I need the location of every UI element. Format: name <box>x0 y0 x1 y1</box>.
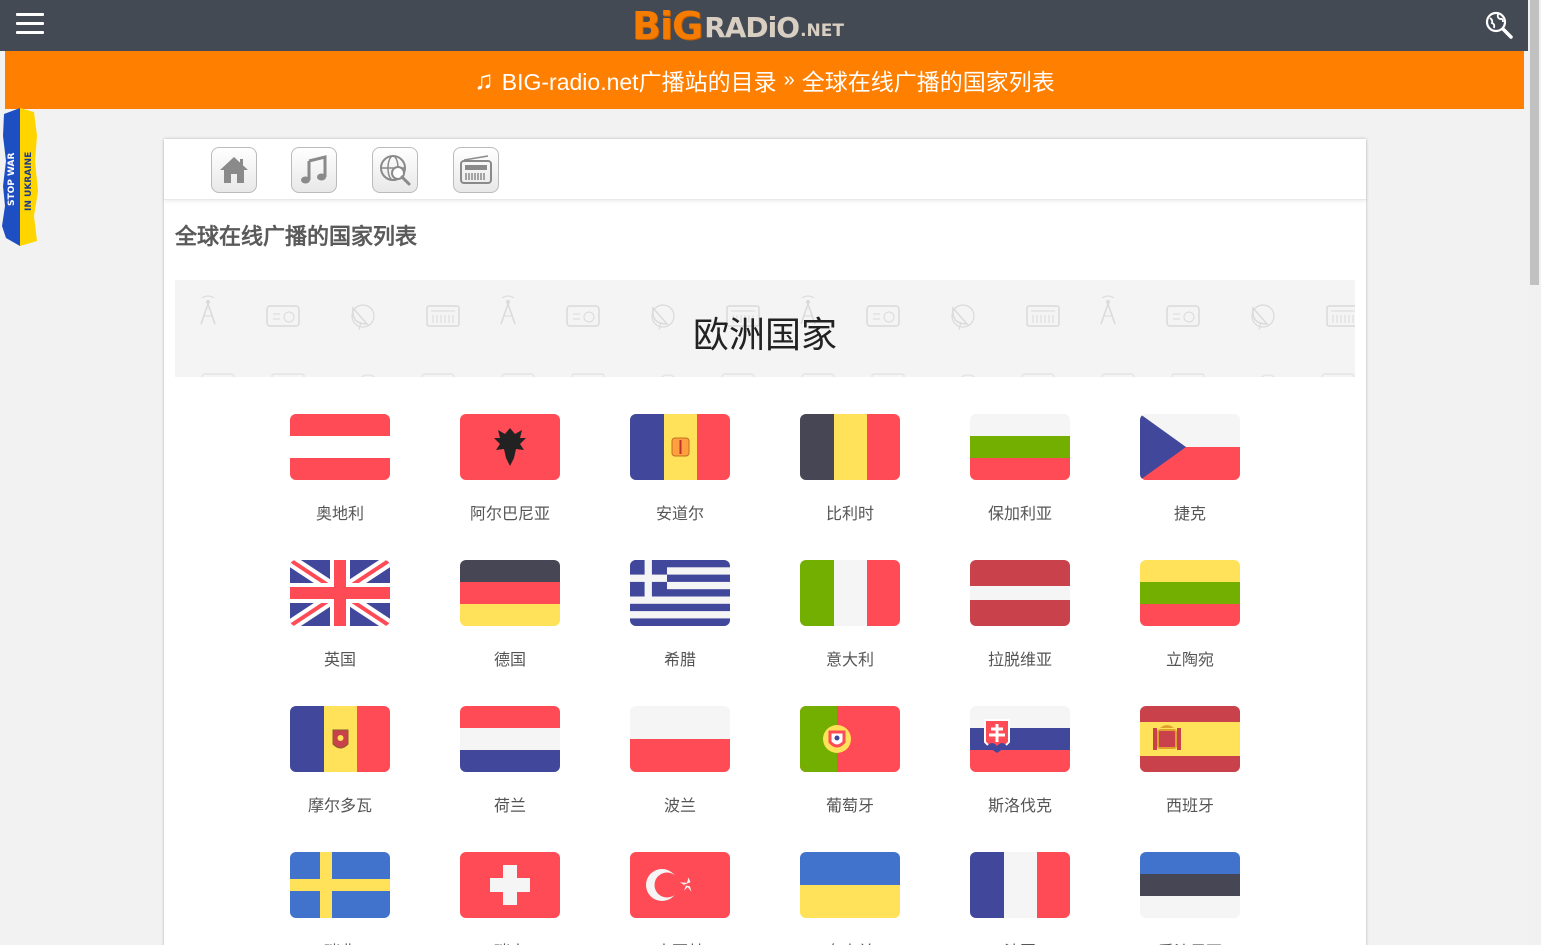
country-item-ua[interactable]: 乌克兰 <box>795 852 905 945</box>
country-name[interactable]: 斯洛伐克 <box>965 792 1075 816</box>
country-item-al[interactable]: 阿尔巴尼亚 <box>455 414 565 524</box>
flag-ee-icon[interactable] <box>1140 852 1240 918</box>
country-name[interactable]: 奥地利 <box>285 500 395 524</box>
country-name[interactable]: 波兰 <box>625 792 735 816</box>
page-scrollbar[interactable] <box>1528 0 1541 945</box>
country-item-lv[interactable]: 拉脱维亚 <box>965 560 1075 670</box>
flag-nl-icon[interactable] <box>460 706 560 772</box>
country-item-gb[interactable]: 英国 <box>285 560 395 670</box>
country-item-ch[interactable]: 瑞士 <box>455 852 565 945</box>
flag-sk-icon[interactable] <box>970 706 1070 772</box>
radio-icon[interactable] <box>453 147 499 193</box>
flag-pl-icon[interactable] <box>630 706 730 772</box>
logo-radio: RADiO <box>704 11 800 44</box>
flag-at-icon[interactable] <box>290 414 390 480</box>
breadcrumb-current: 全球在线广播的国家列表 <box>801 69 1055 95</box>
logo-net: .NET <box>800 21 844 41</box>
country-name[interactable]: 安道尔 <box>625 500 735 524</box>
country-item-es[interactable]: 西班牙 <box>1135 706 1245 816</box>
globe-search-icon[interactable] <box>372 147 418 193</box>
country-name[interactable]: 法国 <box>965 938 1075 945</box>
flag-md-icon[interactable] <box>290 706 390 772</box>
stop-war-ukraine-badge[interactable]: STOP WAR IN UKRAINE <box>0 106 40 251</box>
country-name[interactable]: 葡萄牙 <box>795 792 905 816</box>
country-item-it[interactable]: 意大利 <box>795 560 905 670</box>
music-note-icon[interactable] <box>291 147 337 193</box>
country-name[interactable]: 土耳其 <box>625 938 735 945</box>
country-name[interactable]: 爱沙尼亚 <box>1135 938 1245 945</box>
country-name[interactable]: 捷克 <box>1135 500 1245 524</box>
flag-ad-icon[interactable] <box>630 414 730 480</box>
country-item-pt[interactable]: 葡萄牙 <box>795 706 905 816</box>
country-item-bg[interactable]: 保加利亚 <box>965 414 1075 524</box>
country-item-gr[interactable]: 希腊 <box>625 560 735 670</box>
country-item-md[interactable]: 摩尔多瓦 <box>285 706 395 816</box>
flag-fr-icon[interactable] <box>970 852 1070 918</box>
country-name[interactable]: 西班牙 <box>1135 792 1245 816</box>
scrollbar-thumb[interactable] <box>1530 0 1539 285</box>
flag-pt-icon[interactable] <box>800 706 900 772</box>
country-item-at[interactable]: 奥地利 <box>285 414 395 524</box>
country-item-se[interactable]: 瑞典 <box>285 852 395 945</box>
flag-it-icon[interactable] <box>800 560 900 626</box>
badge-line1: STOP WAR <box>7 153 17 206</box>
country-name[interactable]: 希腊 <box>625 646 735 670</box>
country-name[interactable]: 摩尔多瓦 <box>285 792 395 816</box>
country-item-fr[interactable]: 法国 <box>965 852 1075 945</box>
flag-be-icon[interactable] <box>800 414 900 480</box>
country-name[interactable]: 荷兰 <box>455 792 565 816</box>
country-name[interactable]: 英国 <box>285 646 395 670</box>
country-item-nl[interactable]: 荷兰 <box>455 706 565 816</box>
country-item-de[interactable]: 德国 <box>455 560 565 670</box>
hamburger-menu-icon[interactable] <box>16 13 44 37</box>
country-item-sk[interactable]: 斯洛伐克 <box>965 706 1075 816</box>
icon-toolbar <box>164 139 1366 200</box>
country-name[interactable]: 阿尔巴尼亚 <box>455 500 565 524</box>
top-navbar: BiG RADiO .NET <box>0 0 1528 51</box>
country-name[interactable]: 比利时 <box>795 500 905 524</box>
flag-es-icon[interactable] <box>1140 706 1240 772</box>
country-name[interactable]: 瑞典 <box>285 938 395 945</box>
breadcrumb-home-link[interactable]: BIG-radio.net广播站的目录 <box>502 63 777 97</box>
flag-de-icon[interactable] <box>460 560 560 626</box>
country-item-be[interactable]: 比利时 <box>795 414 905 524</box>
main-card: 全球在线广播的国家列表 欧洲国家 奥地利 阿尔巴尼亚 安道尔 比利时 保加利亚 捷克英国 德… <box>164 139 1366 945</box>
region-title: 欧洲国家 <box>692 315 837 356</box>
flag-lt-icon[interactable] <box>1140 560 1240 626</box>
flag-bg-icon[interactable] <box>970 414 1070 480</box>
home-icon[interactable] <box>211 147 257 193</box>
country-name[interactable]: 拉脱维亚 <box>965 646 1075 670</box>
country-name[interactable]: 立陶宛 <box>1135 646 1245 670</box>
flag-se-icon[interactable] <box>290 852 390 918</box>
flag-al-icon[interactable] <box>460 414 560 480</box>
country-name[interactable]: 保加利亚 <box>965 500 1075 524</box>
page-title: 全球在线广播的国家列表 <box>175 225 418 250</box>
flag-gr-icon[interactable] <box>630 560 730 626</box>
country-item-ad[interactable]: 安道尔 <box>625 414 735 524</box>
country-name[interactable]: 意大利 <box>795 646 905 670</box>
country-name[interactable]: 德国 <box>455 646 565 670</box>
country-item-cz[interactable]: 捷克 <box>1135 414 1245 524</box>
logo-big: BiG <box>632 4 703 48</box>
flag-ch-icon[interactable] <box>460 852 560 918</box>
music-note-icon: ♫ <box>474 64 494 95</box>
country-name[interactable]: 瑞士 <box>455 938 565 945</box>
flag-lv-icon[interactable] <box>970 560 1070 626</box>
country-item-lt[interactable]: 立陶宛 <box>1135 560 1245 670</box>
country-name[interactable]: 乌克兰 <box>795 938 905 945</box>
region-banner: 欧洲国家 <box>175 280 1355 377</box>
badge-line2: IN UKRAINE <box>24 152 34 211</box>
country-item-pl[interactable]: 波兰 <box>625 706 735 816</box>
globe-search-icon[interactable] <box>1484 10 1514 40</box>
breadcrumb-separator: » <box>783 68 795 91</box>
flag-cz-icon[interactable] <box>1140 414 1240 480</box>
country-item-tr[interactable]: 土耳其 <box>625 852 735 945</box>
flag-gb-icon[interactable] <box>290 560 390 626</box>
country-item-ee[interactable]: 爱沙尼亚 <box>1135 852 1245 945</box>
site-logo[interactable]: BiG RADiO .NET <box>632 4 844 48</box>
breadcrumb-bar: ♫ BIG-radio.net广播站的目录 » 全球在线广播的国家列表 <box>5 51 1524 109</box>
flag-tr-icon[interactable] <box>630 852 730 918</box>
flag-ua-icon[interactable] <box>800 852 900 918</box>
